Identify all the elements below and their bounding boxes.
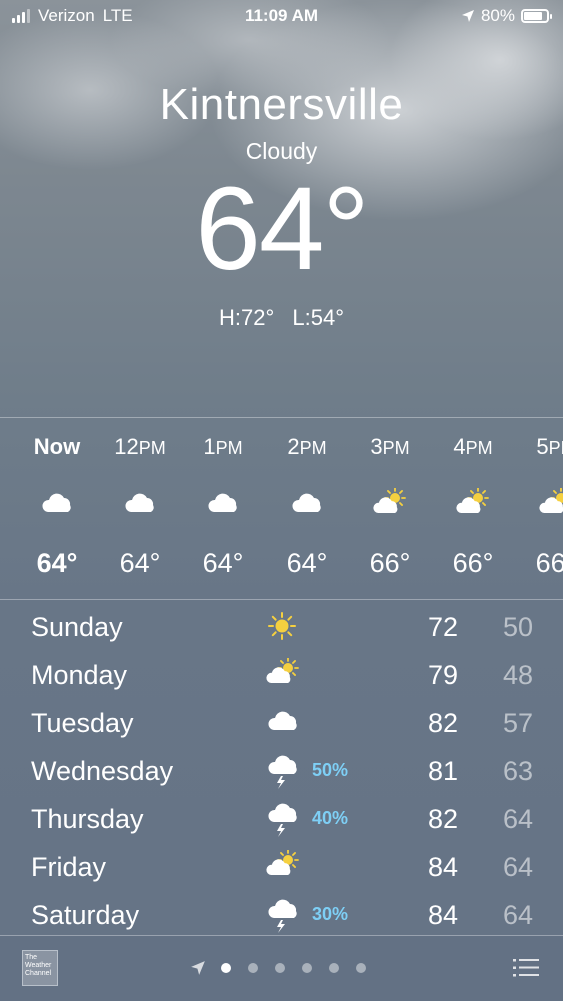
bottom-toolbar: The Weather Channel [0,935,563,1001]
day-low: 64 [502,852,533,882]
day-low: 50 [502,612,533,642]
page-dot[interactable] [220,963,231,973]
hour-temp: 66° [369,548,411,578]
hour-temp: 64° [202,548,244,578]
day-icon [264,754,302,789]
location-arrow-icon [191,961,205,975]
day-low: 57 [502,708,533,738]
day-high: 82 [427,708,458,738]
page-dot[interactable] [274,963,285,973]
low-temp: L:54° [292,305,345,330]
day-low: 63 [502,756,533,786]
battery-icon [521,9,552,23]
hour-icon [97,488,183,524]
page-dot[interactable] [328,963,339,973]
hour-icon [347,488,433,524]
high-temp: H:72° [218,305,275,330]
hour-label: 4PM [453,434,493,459]
cloud-icon [208,493,237,512]
hour-icon [14,488,100,524]
partly-sunny-icon [266,658,299,683]
location-arrow-icon [461,10,474,22]
partly-sunny-icon [373,488,406,513]
cloud-icon [292,493,321,512]
hour-label: 5PM [536,434,563,459]
precip-chance: 40% [312,808,349,828]
hour-temp: 64° [36,548,78,578]
thunderstorm-icon [268,755,297,789]
city-name: Kintnersville [159,80,404,129]
daily-row[interactable]: Tuesday 82 57 [0,700,563,748]
day-icon [264,850,302,884]
day-name: Monday [31,660,128,690]
hour-label: 1PM [203,434,243,459]
partly-sunny-icon [456,488,489,513]
day-high: 72 [427,612,458,642]
current-temperature: 64° [195,163,369,295]
list-icon[interactable] [513,958,539,978]
day-name: Wednesday [31,756,174,786]
day-low: 48 [502,660,533,690]
day-high: 84 [427,852,458,882]
sun-icon [268,612,296,640]
day-name: Sunday [31,612,123,642]
daily-row[interactable]: Thursday 40% 82 64 [0,796,563,844]
partly-sunny-icon [539,488,563,514]
day-name: Thursday [31,804,144,834]
hour-icon [430,488,516,524]
cloud-icon [125,493,154,512]
day-low: 64 [502,900,533,930]
weather-channel-logo[interactable]: The Weather Channel [22,950,58,986]
day-icon [264,610,302,644]
day-name: Tuesday [31,708,134,738]
hour-temp: 64° [286,548,328,578]
page-dot[interactable] [355,963,366,973]
partly-sunny-icon [266,850,299,875]
day-name: Friday [31,852,107,882]
daily-row[interactable]: Saturday 30% 84 64 [0,892,563,940]
day-low: 64 [502,804,533,834]
hour-temp: 64° [119,548,161,578]
hourly-forecast[interactable]: Now 64° 12PM 64° 1PM 64° 2PM 64° 3PM 66° 4PM 66° 5PM… [0,418,563,600]
hour-temp: 66° [452,548,494,578]
day-icon [264,706,302,740]
precip-chance: 30% [312,904,349,924]
thunderstorm-icon [268,803,297,837]
hour-label: 12PM [114,434,166,459]
daily-row[interactable]: Sunday 72 50 [0,604,563,652]
page-dot[interactable] [247,963,258,973]
day-name: Saturday [31,900,140,930]
hour-temp: 66° [535,548,563,578]
daily-row[interactable]: Wednesday 50% 81 63 [0,748,563,796]
current-condition: Cloudy [245,138,318,164]
cloud-icon [268,711,297,730]
precip-chance: 50% [312,760,349,780]
hour-label: 3PM [370,434,410,459]
day-high: 79 [427,660,458,690]
day-high: 82 [427,804,458,834]
day-high: 81 [427,756,458,786]
high-low: H:72° L:54° [0,305,563,331]
hour-icon [264,488,350,524]
page-dot[interactable] [301,963,312,973]
battery-percent: 80% [480,6,515,25]
hour-icon [180,488,266,524]
page-indicator[interactable] [190,960,374,976]
daily-row[interactable]: Monday 79 48 [0,652,563,700]
divider [0,599,563,600]
cloud-icon [42,493,71,512]
day-icon [264,802,302,837]
status-bar: Verizon LTE 11:09 AM 80% [0,0,563,34]
daily-row[interactable]: Friday 84 64 [0,844,563,892]
hour-label: 2PM [287,434,327,459]
hour-label: Now [33,434,81,459]
day-icon [264,898,302,933]
thunderstorm-icon [268,899,297,933]
day-icon [264,658,302,692]
day-high: 84 [427,900,458,930]
hour-icon [513,488,563,524]
